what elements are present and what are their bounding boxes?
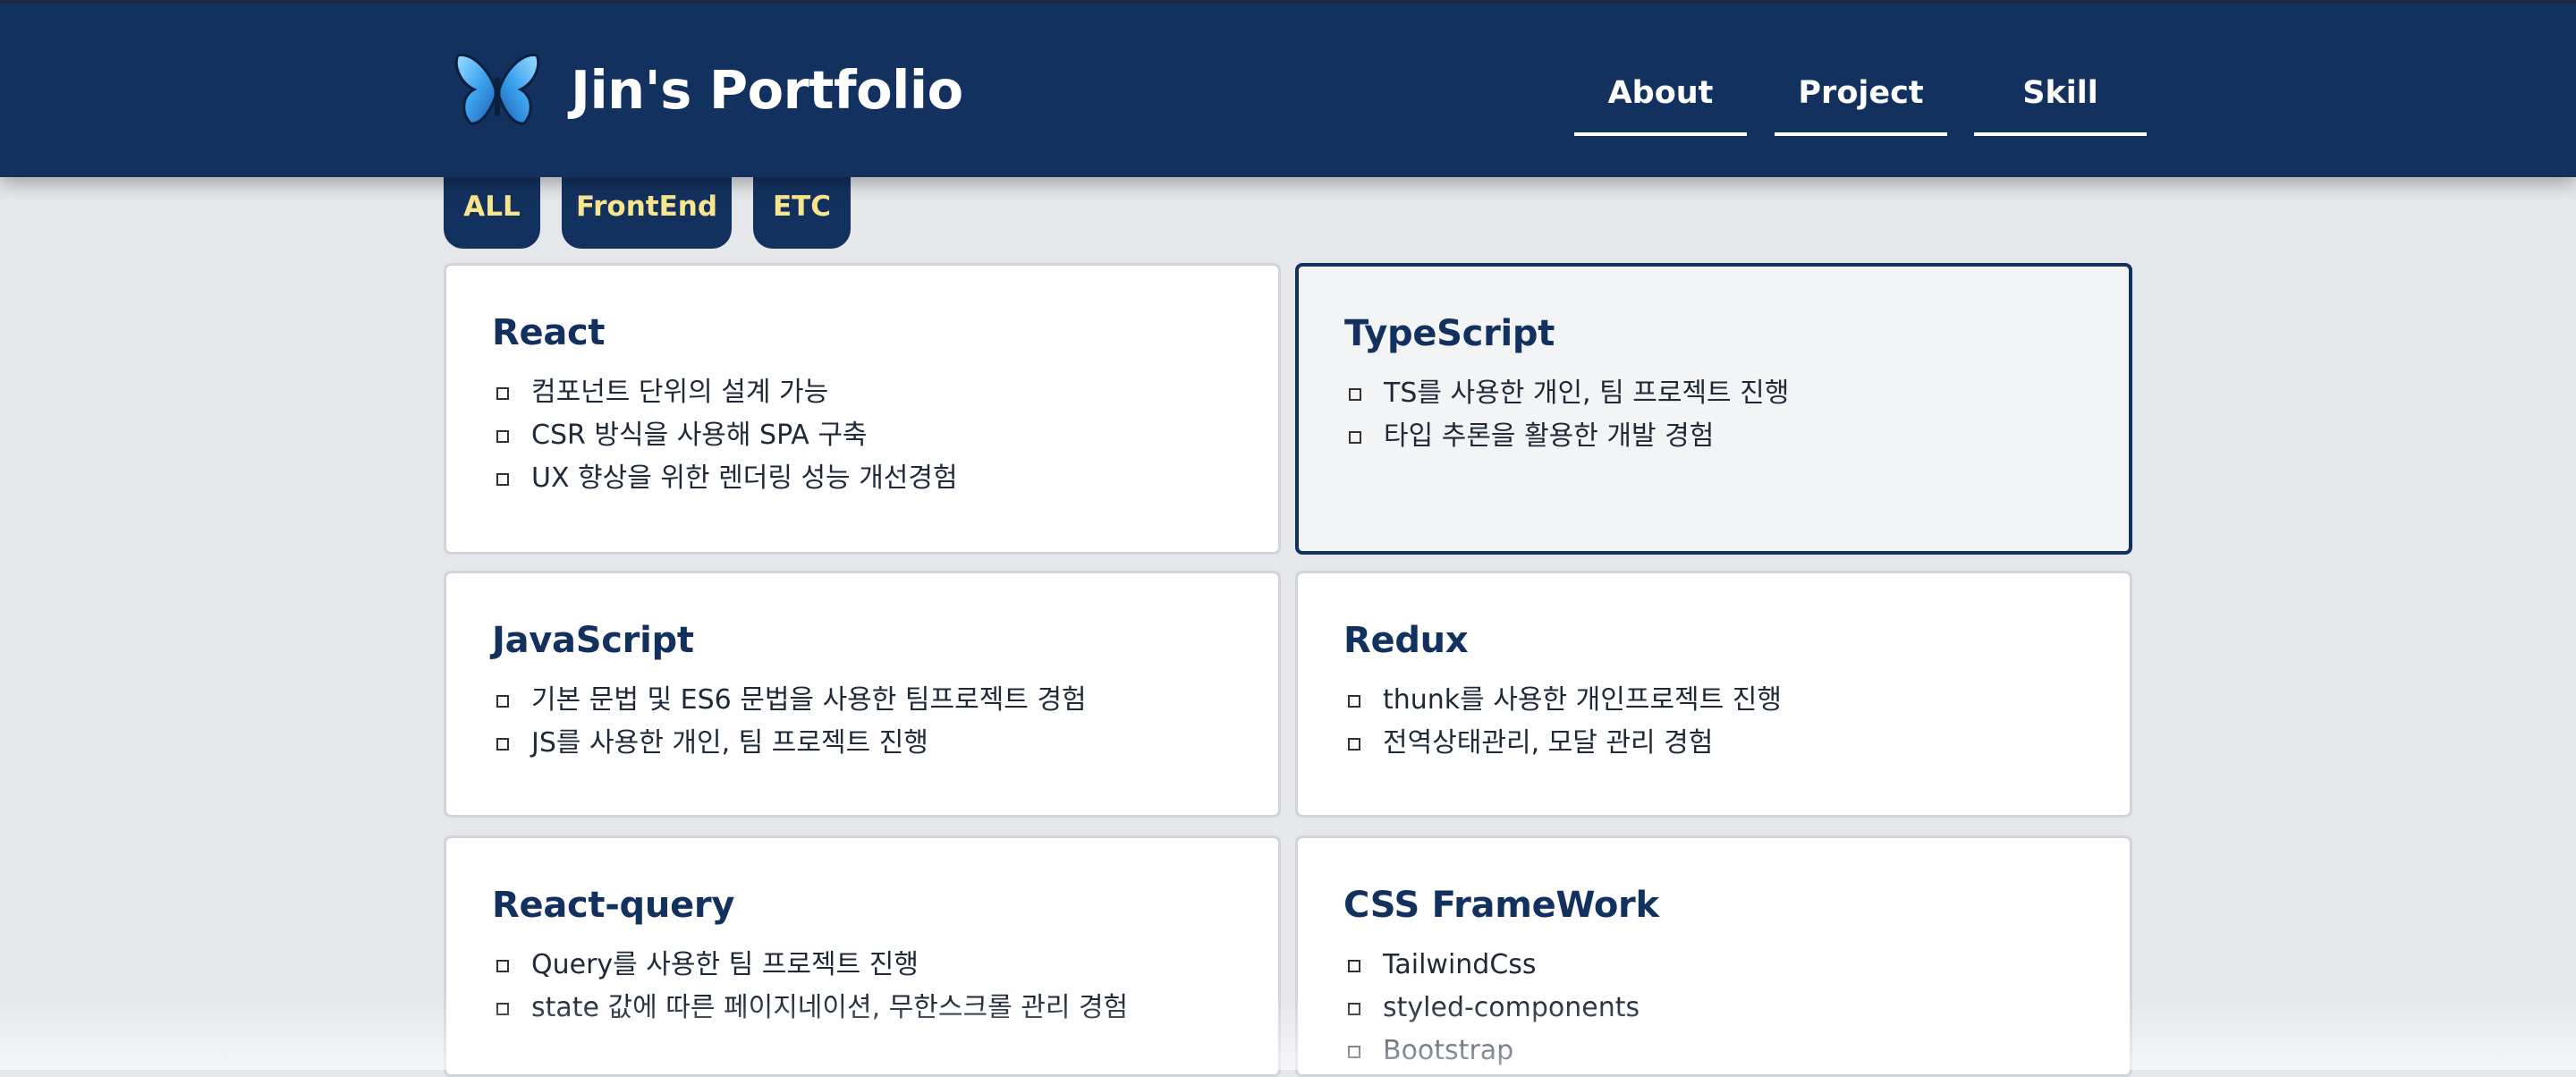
skill-item: 컴포넌트 단위의 설계 가능 (492, 371, 1278, 414)
skill-card-title: CSS FrameWork (1343, 885, 1659, 926)
skill-item: JS를 사용한 개인, 팀 프로젝트 진행 (492, 722, 1278, 765)
skill-card-title: TypeScript (1344, 313, 1555, 354)
skill-item: 타입 추론을 활용한 개발 경험 (1344, 415, 2129, 458)
top-header: Jin's Portfolio About Project Skill (0, 0, 2576, 177)
skill-card-title: Redux (1343, 620, 1469, 661)
skill-item: thunk를 사용한 개인프로젝트 진행 (1343, 679, 2130, 722)
skill-item: TS를 사용한 개인, 팀 프로젝트 진행 (1344, 372, 2129, 415)
skill-item: CSR 방식을 사용해 SPA 구축 (492, 414, 1278, 457)
skill-card-redux[interactable]: Redux thunk를 사용한 개인프로젝트 진행 전역상태관리, 모달 관리… (1295, 571, 2132, 818)
nav-project[interactable]: Project (1775, 64, 1947, 136)
bottom-fade (0, 998, 2576, 1070)
skill-item: UX 향상을 위한 렌더링 성능 개선경험 (492, 457, 1278, 500)
skill-item: state 값에 따른 페이지네이션, 무한스크롤 관리 경험 (492, 987, 1278, 1030)
skill-card-list: 컴포넌트 단위의 설계 가능 CSR 방식을 사용해 SPA 구축 UX 향상을… (492, 371, 1278, 500)
filter-all-button[interactable]: ALL (444, 168, 540, 249)
skill-card-javascript[interactable]: JavaScript 기본 문법 및 ES6 문법을 사용한 팀프로젝트 경험 … (444, 571, 1281, 818)
skill-card-list: Query를 사용한 팀 프로젝트 진행 state 값에 따른 페이지네이션,… (492, 944, 1278, 1030)
skill-item: 기본 문법 및 ES6 문법을 사용한 팀프로젝트 경험 (492, 679, 1278, 722)
skill-item: Bootstrap (1343, 1030, 2130, 1073)
skill-item: TailwindCss (1343, 944, 2130, 987)
skill-card-title: React-query (492, 885, 735, 926)
filter-etc-button[interactable]: ETC (753, 168, 851, 249)
skill-item: styled-components (1343, 987, 2130, 1030)
skill-filter-tabs: ALL FrontEnd ETC (444, 168, 872, 249)
filter-frontend-button[interactable]: FrontEnd (562, 168, 732, 249)
skill-card-title: React (492, 312, 606, 353)
skill-card-react[interactable]: React 컴포넌트 단위의 설계 가능 CSR 방식을 사용해 SPA 구축 … (444, 263, 1281, 555)
skill-card-list: TS를 사용한 개인, 팀 프로젝트 진행 타입 추론을 활용한 개발 경험 (1344, 372, 2129, 458)
nav-skill[interactable]: Skill (1974, 64, 2147, 136)
skill-item: Query를 사용한 팀 프로젝트 진행 (492, 944, 1278, 987)
skill-card-typescript[interactable]: TypeScript TS를 사용한 개인, 팀 프로젝트 진행 타입 추론을 … (1295, 263, 2132, 555)
skill-card-list: 기본 문법 및 ES6 문법을 사용한 팀프로젝트 경험 JS를 사용한 개인,… (492, 679, 1278, 765)
skill-card-title: JavaScript (492, 620, 694, 661)
skill-item: 전역상태관리, 모달 관리 경험 (1343, 722, 2130, 765)
nav-about[interactable]: About (1574, 64, 1747, 136)
skill-card-list: TailwindCss styled-components Bootstrap (1343, 944, 2130, 1073)
skill-card-react-query[interactable]: React-query Query를 사용한 팀 프로젝트 진행 state 값… (444, 835, 1281, 1077)
skill-card-list: thunk를 사용한 개인프로젝트 진행 전역상태관리, 모달 관리 경험 (1343, 679, 2130, 765)
skill-card-css-framework[interactable]: CSS FrameWork TailwindCss styled-compone… (1295, 835, 2132, 1077)
main-nav: About Project Skill (0, 64, 2576, 136)
